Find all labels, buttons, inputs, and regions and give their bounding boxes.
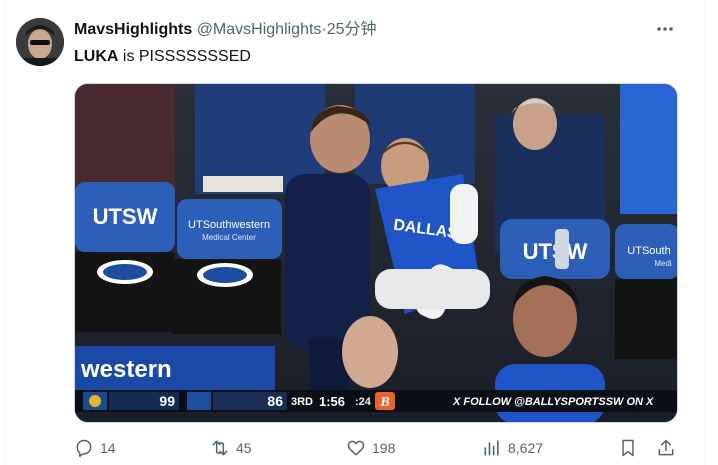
action-bar: 14 45 198 8,627: [74, 436, 678, 460]
avatar[interactable]: [16, 18, 64, 66]
tweet-text-rest: is PISSSSSSSED: [118, 48, 251, 65]
bookmark-icon: [622, 439, 634, 457]
seat-left: UTSW: [75, 182, 175, 332]
timestamp[interactable]: 25分钟: [327, 21, 377, 38]
sign-ut-south-partial: UTSouth: [627, 245, 670, 257]
sign-utsw: UTSW: [93, 204, 158, 229]
bookmark-button[interactable]: [618, 436, 638, 460]
team2-score: 86: [267, 393, 283, 409]
sign-western: western: [80, 356, 172, 383]
more-icon[interactable]: [654, 18, 676, 40]
left-border: [4, 0, 5, 465]
user-handle[interactable]: @MavsHighlights: [197, 21, 322, 38]
share-icon: [658, 439, 674, 456]
like-count: 198: [372, 440, 396, 456]
svg-text:B: B: [379, 395, 389, 410]
tweet-text: LUKA is PISSSSSSSED: [74, 46, 251, 68]
sign-ut-southwestern: UTSouthwestern: [188, 219, 270, 231]
scorebug-banner: X FOLLOW @BALLYSPORTSSW ON X: [452, 396, 654, 408]
foreground-head: [342, 316, 398, 388]
reply-count: 14: [100, 440, 116, 456]
clipboard: [203, 176, 283, 192]
player-arm: [620, 84, 677, 214]
repost-button[interactable]: 45: [210, 436, 252, 460]
repost-count: 45: [236, 440, 252, 456]
like-button[interactable]: 198: [346, 436, 395, 460]
scorebug: 99 86 3RD 1:56 :24 B X FOLLOW @BALLYSPOR…: [75, 390, 677, 412]
game-clock: 1:56: [319, 394, 345, 409]
tweet-media[interactable]: UTSW UTSouthwestern Medical Center UTSW …: [74, 83, 678, 423]
shot-clock: :24: [355, 396, 372, 408]
tweet-text-bold: LUKA: [74, 48, 119, 65]
sign-med-partial: Medi: [654, 259, 672, 268]
repost-icon: [212, 440, 228, 456]
right-border: [705, 0, 706, 465]
team1-score: 99: [159, 393, 175, 409]
reply-button[interactable]: 14: [74, 436, 116, 460]
quarter: 3RD: [291, 396, 313, 408]
views-icon: [484, 440, 499, 456]
team2-logo-icon: [187, 392, 211, 410]
water-bottle: [555, 229, 569, 269]
reply-icon: [76, 439, 92, 458]
seat-center: UTSouthwestern Medical Center: [173, 199, 282, 334]
views-button[interactable]: 8,627: [482, 436, 543, 460]
display-name[interactable]: MavsHighlights: [74, 21, 192, 38]
view-count: 8,627: [508, 440, 544, 456]
share-button[interactable]: [656, 436, 676, 460]
like-icon: [347, 440, 365, 456]
tweet-header: MavsHighlights @MavsHighlights·25分钟: [74, 19, 377, 41]
background-person: [75, 84, 175, 194]
sign-medical-center: Medical Center: [202, 233, 256, 242]
